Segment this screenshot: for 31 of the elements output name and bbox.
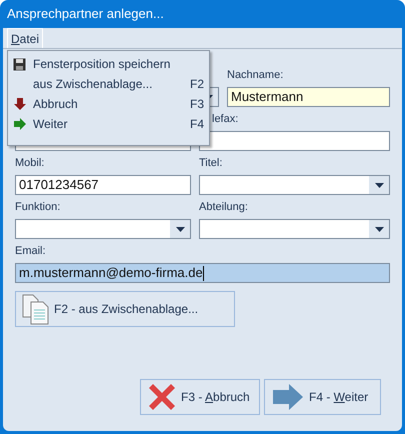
input-field[interactable] — [199, 131, 390, 151]
dropdown-arrow-icon — [374, 226, 384, 232]
field-label: Email: — [15, 244, 46, 259]
dropdown-arrow-icon — [176, 226, 184, 232]
menu-item[interactable]: Abbruch F3 — [8, 94, 209, 114]
dropdown-field[interactable] — [199, 175, 390, 195]
cross-icon — [149, 384, 175, 410]
field-label: lefax: — [212, 112, 238, 127]
documents-icon — [22, 294, 50, 324]
field-label: Titel: — [199, 156, 222, 171]
menu-item[interactable]: Fensterposition speichern — [8, 54, 209, 74]
menu-item[interactable]: Weiter F4 — [8, 114, 209, 134]
arrow-right-icon — [14, 118, 26, 130]
window-title: Ansprechpartner anlegen... — [6, 5, 165, 24]
menu-item[interactable]: Datei — [7, 28, 44, 48]
cancel-button[interactable]: F3 - Abbruch — [140, 379, 260, 415]
input-field[interactable]: 01701234567 — [15, 175, 191, 195]
clipboard-button[interactable]: F2 - aus Zwischenablage... — [15, 291, 235, 327]
menu-item[interactable]: aus Zwischenablage... F2 — [8, 74, 209, 94]
next-button[interactable]: F4 - Weiter — [264, 379, 381, 415]
dropdown-field[interactable] — [15, 219, 191, 239]
field-label: Abteilung: — [199, 200, 248, 215]
input-field[interactable]: m.mustermann@demo-firma.de — [15, 263, 390, 283]
arrow-down-icon — [14, 98, 26, 110]
field-label: Nachname: — [227, 68, 284, 83]
dropdown-field[interactable] — [199, 219, 390, 239]
arrow-right-icon — [273, 384, 303, 410]
dropdown-arrow-icon — [374, 182, 384, 188]
input-field[interactable]: Mustermann — [227, 87, 390, 107]
field-label: Mobil: — [15, 156, 44, 171]
field-label: Funktion: — [15, 200, 60, 215]
